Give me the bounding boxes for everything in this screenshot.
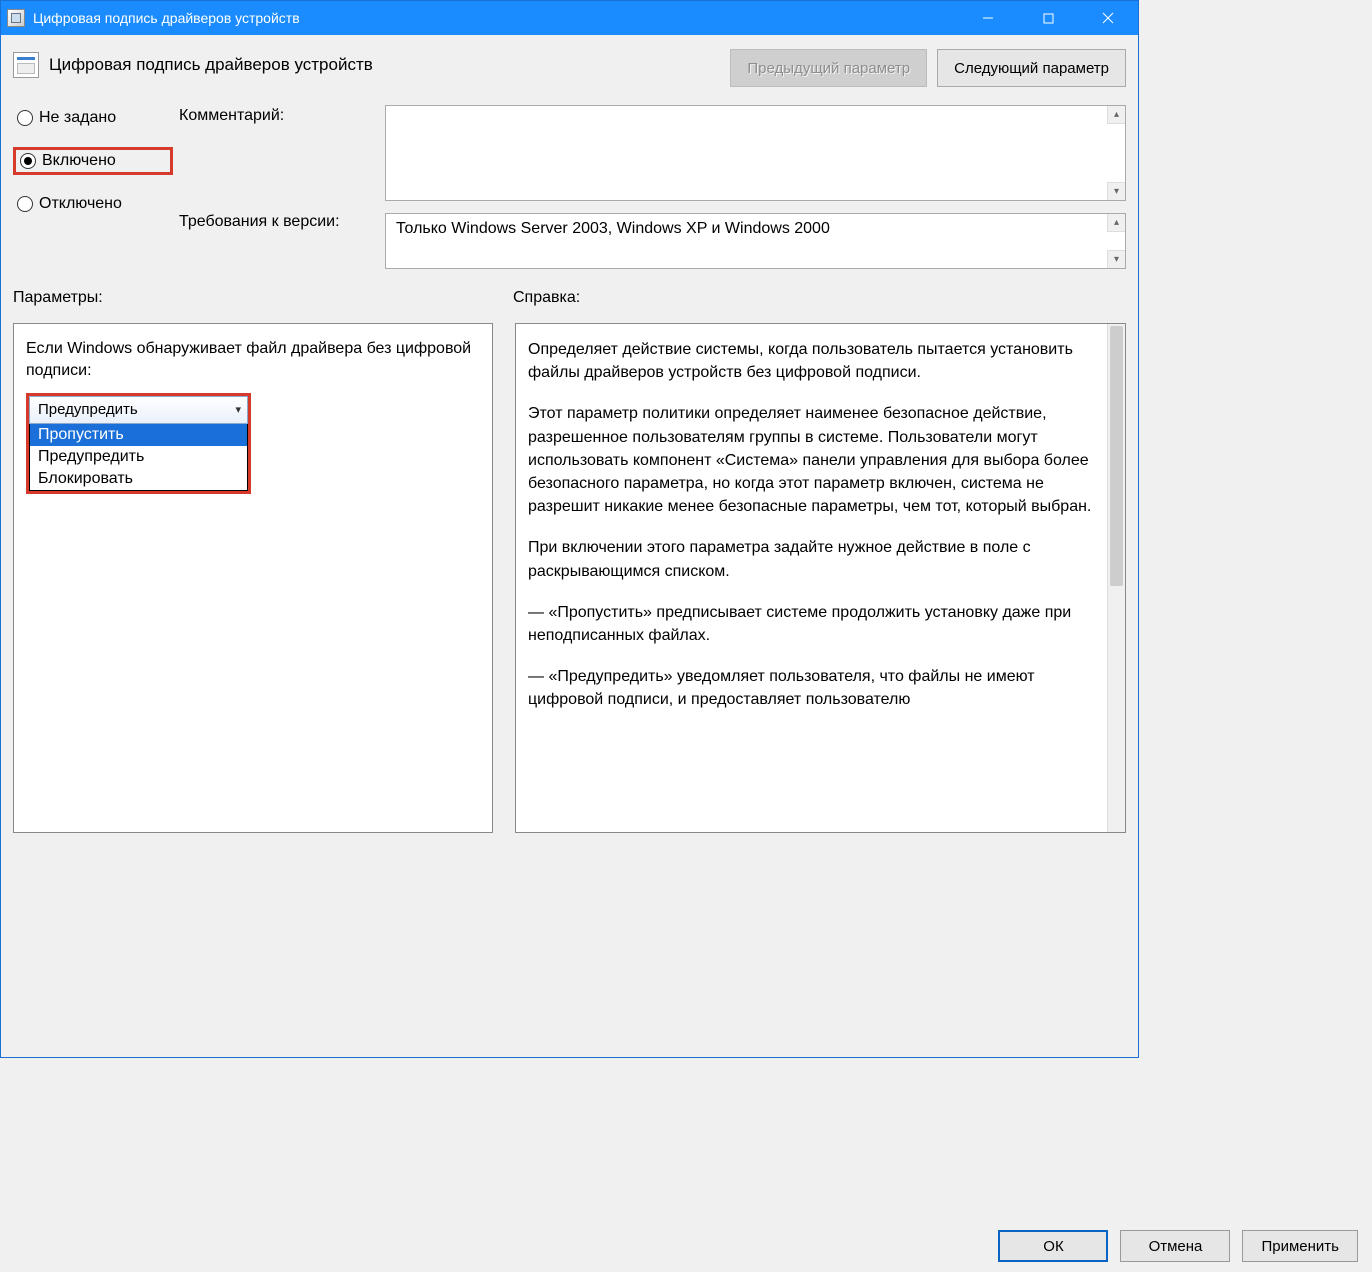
combo-option-block[interactable]: Блокировать: [30, 468, 247, 490]
help-text: Определяет действие системы, когда польз…: [528, 338, 1101, 711]
comment-label: Комментарий:: [179, 105, 379, 125]
help-section-label: Справка:: [513, 289, 1126, 307]
window-controls: [958, 1, 1138, 35]
combobox-value: Предупредить: [38, 401, 138, 418]
radio-disabled[interactable]: Отключено: [13, 193, 173, 215]
radio-not-configured[interactable]: Не задано: [13, 107, 173, 129]
policy-icon: [13, 52, 39, 78]
scroll-down-icon[interactable]: ▾: [1107, 250, 1125, 268]
radio-icon: [20, 153, 36, 169]
next-setting-button[interactable]: Следующий параметр: [937, 49, 1126, 87]
combo-option-skip[interactable]: Пропустить: [30, 424, 247, 446]
minimize-button[interactable]: [958, 1, 1018, 35]
radio-label: Отключено: [39, 195, 122, 213]
close-button[interactable]: [1078, 1, 1138, 35]
action-combo-highlight: Предупредить ▾ Пропустить Предупредить Б…: [26, 393, 251, 494]
help-paragraph: — «Пропустить» предписывает системе прод…: [528, 601, 1101, 647]
version-requirement-label: Требования к версии:: [179, 211, 379, 231]
comment-textarea[interactable]: ▴ ▾: [385, 105, 1126, 201]
radio-enabled[interactable]: Включено: [13, 147, 173, 175]
page-title: Цифровая подпись драйверов устройств: [49, 49, 720, 75]
parameters-pane: Если Windows обнаруживает файл драйвера …: [13, 323, 493, 833]
parameters-section-label: Параметры:: [13, 289, 493, 307]
dialog-button-bar: ОК Отмена Применить: [998, 1230, 1358, 1262]
parameter-description: Если Windows обнаруживает файл драйвера …: [26, 338, 480, 383]
combobox-dropdown: Пропустить Предупредить Блокировать: [29, 424, 248, 491]
action-combobox[interactable]: Предупредить ▾: [29, 396, 248, 424]
radio-label: Включено: [42, 152, 116, 170]
help-scrollbar[interactable]: [1107, 324, 1125, 832]
titlebar[interactable]: Цифровая подпись драйверов устройств: [1, 1, 1138, 35]
previous-setting-button: Предыдущий параметр: [730, 49, 927, 87]
scroll-down-icon[interactable]: ▾: [1107, 182, 1125, 200]
scroll-up-icon[interactable]: ▴: [1107, 214, 1125, 232]
version-requirement-box: Только Windows Server 2003, Windows XP и…: [385, 213, 1126, 269]
scroll-up-icon[interactable]: ▴: [1107, 106, 1125, 124]
window-title: Цифровая подпись драйверов устройств: [33, 10, 958, 26]
version-requirement-text: Только Windows Server 2003, Windows XP и…: [396, 220, 830, 237]
app-icon: [7, 9, 25, 27]
scrollbar-thumb[interactable]: [1110, 326, 1123, 586]
combo-option-warn[interactable]: Предупредить: [30, 446, 247, 468]
cancel-button[interactable]: Отмена: [1120, 1230, 1230, 1262]
radio-icon: [17, 196, 33, 212]
apply-button[interactable]: Применить: [1242, 1230, 1358, 1262]
ok-button[interactable]: ОК: [998, 1230, 1108, 1262]
chevron-down-icon: ▾: [235, 403, 241, 416]
help-paragraph: При включении этого параметра задайте ну…: [528, 536, 1101, 582]
maximize-button[interactable]: [1018, 1, 1078, 35]
help-paragraph: Определяет действие системы, когда польз…: [528, 338, 1101, 384]
radio-label: Не задано: [39, 109, 116, 127]
help-pane: Определяет действие системы, когда польз…: [515, 323, 1126, 833]
help-paragraph: Этот параметр политики определяет наимен…: [528, 402, 1101, 518]
radio-icon: [17, 110, 33, 126]
help-paragraph: — «Предупредить» уведомляет пользователя…: [528, 665, 1101, 711]
